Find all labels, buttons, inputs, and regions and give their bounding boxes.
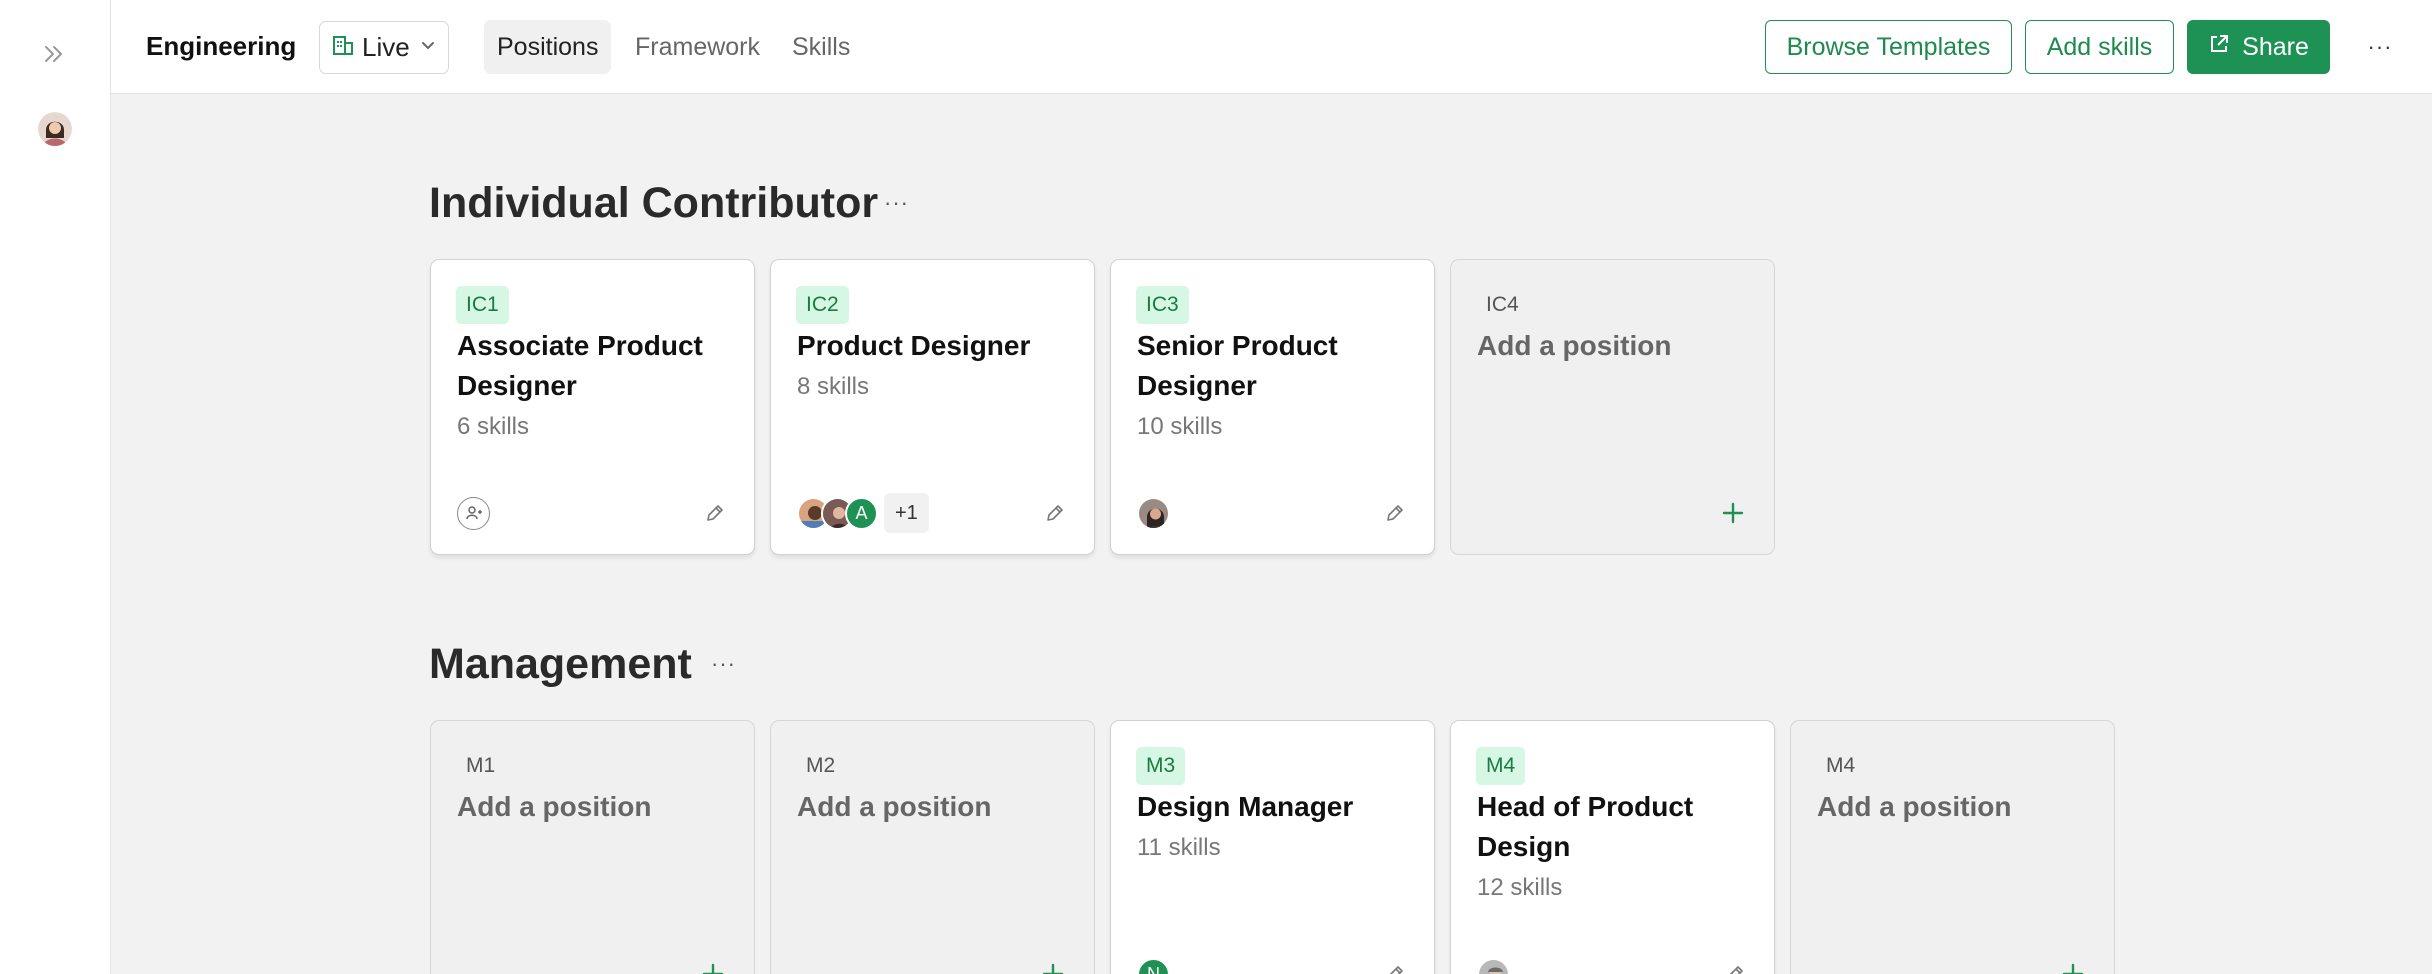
- position-title: Associate Product Designer: [457, 330, 703, 401]
- assign-person-icon[interactable]: [457, 496, 490, 530]
- plus-icon[interactable]: [1716, 496, 1750, 530]
- edit-pencil-icon[interactable]: [1040, 498, 1070, 528]
- assigned-people[interactable]: [1137, 495, 1170, 531]
- position-card[interactable]: M4 Head of Product Design 12 skills: [1450, 720, 1775, 974]
- section-more-icon[interactable]: ···: [711, 651, 736, 677]
- position-card[interactable]: IC2 Product Designer 8 skills A +1: [770, 259, 1095, 555]
- add-position-label: Add a position: [1817, 791, 2012, 822]
- browse-templates-button[interactable]: Browse Templates: [1765, 20, 2012, 74]
- tab-positions[interactable]: Positions: [484, 20, 612, 74]
- more-people-count: +1: [884, 493, 929, 533]
- skills-count: 10 skills: [1137, 413, 1223, 440]
- level-badge: IC1: [456, 286, 509, 324]
- status-label: Live: [362, 32, 410, 62]
- assigned-people[interactable]: [1477, 956, 1510, 974]
- edit-pencil-icon[interactable]: [1380, 959, 1410, 974]
- external-link-icon: [2208, 33, 2230, 62]
- tab-skills[interactable]: Skills: [779, 20, 863, 74]
- level-label: M1: [466, 754, 496, 777]
- skills-count: 11 skills: [1137, 834, 1221, 861]
- level-badge: IC2: [796, 286, 849, 324]
- left-rail: [0, 0, 111, 974]
- skills-count: 8 skills: [797, 373, 870, 400]
- skills-count: 6 skills: [457, 413, 530, 440]
- empty-position-card[interactable]: M1 Add a position: [430, 720, 755, 974]
- more-options-icon[interactable]: ···: [2357, 24, 2403, 70]
- user-avatar[interactable]: [38, 112, 72, 146]
- position-card[interactable]: M3 Design Manager 11 skills N: [1110, 720, 1435, 974]
- level-label: M2: [806, 754, 836, 777]
- edit-pencil-icon[interactable]: [1720, 959, 1750, 974]
- section-title-management: Management: [429, 640, 692, 688]
- tab-framework[interactable]: Framework: [622, 20, 773, 74]
- add-position-label: Add a position: [797, 791, 992, 822]
- plus-icon[interactable]: [1036, 957, 1070, 974]
- position-title: Senior Product Designer: [1137, 330, 1338, 401]
- empty-position-card[interactable]: IC4 Add a position: [1450, 259, 1775, 555]
- assigned-people[interactable]: A +1: [797, 493, 929, 533]
- plus-icon[interactable]: [696, 957, 730, 974]
- plus-icon[interactable]: [2056, 957, 2090, 974]
- add-position-label: Add a position: [1477, 330, 1672, 361]
- level-badge: M4: [1476, 747, 1526, 785]
- position-card[interactable]: IC1 Associate Product Designer 6 skills: [430, 259, 755, 555]
- building-icon: [332, 34, 354, 61]
- avatar: [1137, 496, 1170, 530]
- assigned-people[interactable]: N: [1137, 956, 1170, 974]
- share-label: Share: [2242, 32, 2309, 61]
- top-bar: Engineering Live Positions Framework Ski…: [111, 0, 2432, 94]
- share-button[interactable]: Share: [2187, 20, 2330, 74]
- empty-position-card[interactable]: M2 Add a position: [770, 720, 1095, 974]
- avatar: A: [845, 496, 878, 530]
- position-card[interactable]: IC3 Senior Product Designer 10 skills: [1110, 259, 1435, 555]
- avatar: N: [1137, 957, 1170, 974]
- section-title-ic: Individual Contributor: [429, 179, 879, 227]
- expand-sidebar-icon[interactable]: [40, 40, 68, 68]
- level-label: IC4: [1486, 293, 1519, 316]
- position-title: Product Designer: [797, 330, 1031, 361]
- edit-pencil-icon[interactable]: [1380, 498, 1410, 528]
- position-title: Design Manager: [1137, 791, 1354, 822]
- edit-pencil-icon[interactable]: [700, 498, 730, 528]
- level-badge: M3: [1136, 747, 1186, 785]
- level-badge: IC3: [1136, 286, 1189, 324]
- level-label: M4: [1826, 754, 1856, 777]
- add-skills-button[interactable]: Add skills: [2025, 20, 2174, 74]
- status-dropdown[interactable]: Live: [319, 21, 449, 74]
- skills-count: 12 skills: [1477, 874, 1563, 901]
- chevron-down-icon: [420, 39, 436, 57]
- add-position-label: Add a position: [457, 791, 652, 822]
- position-title: Head of Product Design: [1477, 791, 1694, 862]
- avatar: [1477, 957, 1510, 974]
- section-more-icon[interactable]: ···: [884, 190, 909, 216]
- empty-position-card[interactable]: M4 Add a position: [1790, 720, 2115, 974]
- workspace-name: Engineering: [146, 31, 297, 61]
